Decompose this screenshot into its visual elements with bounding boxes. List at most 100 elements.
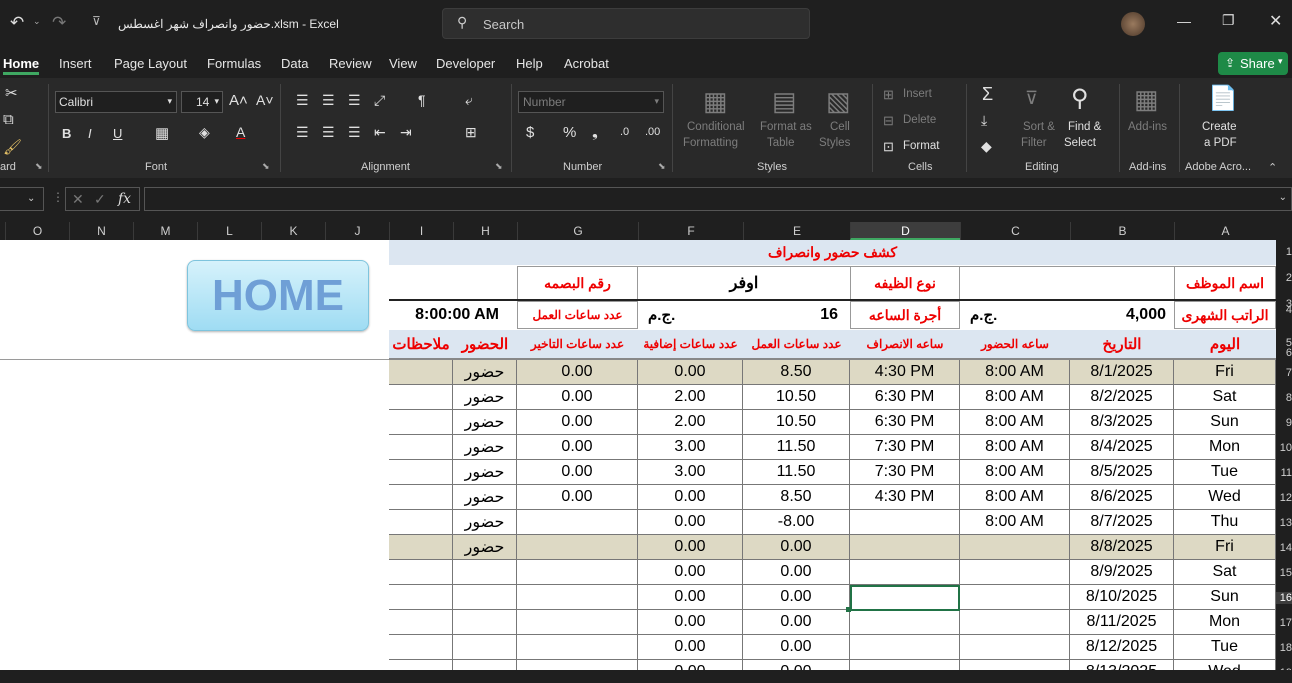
restore-icon[interactable]: ❐: [1222, 12, 1235, 29]
cell-attendance[interactable]: [453, 635, 517, 660]
cell-attendance[interactable]: حضور: [453, 360, 517, 385]
borders-icon[interactable]: ▦: [155, 124, 169, 142]
cell-work-hours[interactable]: 10.50: [743, 410, 850, 435]
undo-dropdown-icon[interactable]: ⌄: [33, 16, 41, 27]
currency-icon[interactable]: $: [526, 124, 534, 141]
cell-work-hours[interactable]: 0.00: [743, 610, 850, 635]
cell-work-hours[interactable]: 0.00: [743, 585, 850, 610]
wrap-text-icon[interactable]: ⤶: [465, 92, 473, 109]
cell-work-hours[interactable]: -8.00: [743, 510, 850, 535]
column-header-o[interactable]: O: [5, 222, 69, 240]
cell-overtime[interactable]: 3.00: [638, 460, 743, 485]
avatar[interactable]: [1121, 12, 1145, 36]
cell-attendance[interactable]: حضور: [453, 510, 517, 535]
cell-day[interactable]: Fri: [1174, 535, 1276, 560]
row-header[interactable]: 7: [1276, 367, 1292, 379]
increase-font-icon[interactable]: A˄: [229, 92, 248, 109]
column-header-k[interactable]: K: [261, 222, 325, 240]
orientation-icon[interactable]: ⤢: [374, 92, 385, 109]
column-header-c[interactable]: C: [960, 222, 1070, 240]
tab-page-layout[interactable]: Page Layout: [114, 56, 187, 71]
cell-check-in[interactable]: [960, 610, 1070, 635]
cell-delay[interactable]: [517, 660, 638, 670]
cell-attendance[interactable]: حضور: [453, 485, 517, 510]
cell-attendance[interactable]: [453, 585, 517, 610]
decrease-indent-icon[interactable]: ⇤: [374, 124, 386, 141]
customize-toolbar-icon[interactable]: ⊽: [92, 14, 101, 28]
cell-notes[interactable]: [389, 485, 453, 510]
tab-home[interactable]: Home: [3, 56, 39, 71]
cell-check-out[interactable]: [850, 610, 960, 635]
cell-delay[interactable]: 0.00: [517, 460, 638, 485]
cell-notes[interactable]: [389, 610, 453, 635]
cell-delay[interactable]: 0.00: [517, 410, 638, 435]
align-left-icon[interactable]: ☰: [296, 124, 309, 141]
cell-day[interactable]: Sat: [1174, 385, 1276, 410]
align-bottom-icon[interactable]: ☰: [348, 92, 361, 109]
cell-date[interactable]: 8/9/2025: [1070, 560, 1174, 585]
cell-delay[interactable]: [517, 560, 638, 585]
cell-work-hours[interactable]: 0.00: [743, 635, 850, 660]
cell-work-hours[interactable]: 0.00: [743, 660, 850, 670]
formula-bar-handle-icon[interactable]: ⋮: [52, 190, 64, 204]
number-format-dropdown[interactable]: Number ▾: [518, 91, 664, 113]
cell-date[interactable]: 8/6/2025: [1070, 485, 1174, 510]
cell-date[interactable]: 8/8/2025: [1070, 535, 1174, 560]
tab-insert[interactable]: Insert: [59, 56, 92, 71]
add-ins-button-label[interactable]: Add-ins: [1128, 121, 1167, 133]
column-header-f[interactable]: F: [638, 222, 743, 240]
column-header-h[interactable]: H: [453, 222, 517, 240]
align-middle-icon[interactable]: ☰: [322, 92, 335, 109]
cell-check-out[interactable]: [850, 510, 960, 535]
cell-delay[interactable]: [517, 510, 638, 535]
underline-icon[interactable]: U: [113, 126, 122, 141]
cell-check-out[interactable]: 6:30 PM: [850, 385, 960, 410]
cell-styles-icon[interactable]: ▧: [826, 86, 851, 117]
cell-notes[interactable]: [389, 435, 453, 460]
tab-data[interactable]: Data: [281, 56, 308, 71]
number-launcher-icon[interactable]: ⬊: [658, 161, 666, 172]
undo-icon[interactable]: ↶: [10, 13, 24, 33]
row-header[interactable]: 18: [1276, 642, 1292, 654]
fill-handle[interactable]: [846, 607, 851, 612]
cell-date[interactable]: 8/2/2025: [1070, 385, 1174, 410]
share-button[interactable]: ⇪ Share ▾: [1218, 52, 1288, 75]
cell-notes[interactable]: [389, 385, 453, 410]
cell-styles-label-2[interactable]: Styles: [819, 137, 850, 149]
create-pdf-label[interactable]: Create: [1202, 121, 1237, 133]
cell-check-in[interactable]: 8:00 AM: [960, 385, 1070, 410]
cell-day[interactable]: Sat: [1174, 560, 1276, 585]
italic-icon[interactable]: I: [88, 126, 92, 141]
cell-date[interactable]: 8/11/2025: [1070, 610, 1174, 635]
cell-date[interactable]: 8/10/2025: [1070, 585, 1174, 610]
employee-name-value[interactable]: [960, 266, 1174, 300]
find-select-label-2[interactable]: Select: [1064, 137, 1096, 149]
font-launcher-icon[interactable]: ⬊: [262, 161, 270, 172]
cell-notes[interactable]: [389, 660, 453, 670]
column-header-e[interactable]: E: [743, 222, 850, 240]
find-select-label[interactable]: Find &: [1068, 121, 1101, 133]
home-button[interactable]: HOME: [187, 260, 369, 331]
cell-attendance[interactable]: حضور: [453, 385, 517, 410]
redo-icon[interactable]: ↷: [52, 13, 66, 33]
search-box[interactable]: ⚲ Search: [442, 8, 810, 39]
column-header-b[interactable]: B: [1070, 222, 1174, 240]
conditional-formatting-label[interactable]: Conditional: [687, 121, 745, 133]
formula-input[interactable]: ⌄: [144, 187, 1292, 211]
rtl-icon[interactable]: ¶: [418, 92, 426, 108]
worksheet-grid[interactable]: كشف حضور وانصراف اسم الموظف نوع الظيفه ا…: [389, 240, 1276, 670]
bold-icon[interactable]: B: [62, 126, 71, 141]
cell-overtime[interactable]: 0.00: [638, 660, 743, 670]
cell-work-hours[interactable]: 11.50: [743, 460, 850, 485]
format-cells-label[interactable]: Format: [903, 140, 939, 152]
column-header-i[interactable]: I: [389, 222, 453, 240]
cell-date[interactable]: 8/3/2025: [1070, 410, 1174, 435]
conditional-formatting-label-2[interactable]: Formatting: [683, 137, 738, 149]
align-top-icon[interactable]: ☰: [296, 92, 309, 109]
cell-notes[interactable]: [389, 360, 453, 385]
cell-overtime[interactable]: 2.00: [638, 385, 743, 410]
row-header[interactable]: 6: [1276, 347, 1292, 359]
row-header[interactable]: 9: [1276, 417, 1292, 429]
cell-delay[interactable]: 0.00: [517, 360, 638, 385]
cell-check-in[interactable]: [960, 660, 1070, 670]
